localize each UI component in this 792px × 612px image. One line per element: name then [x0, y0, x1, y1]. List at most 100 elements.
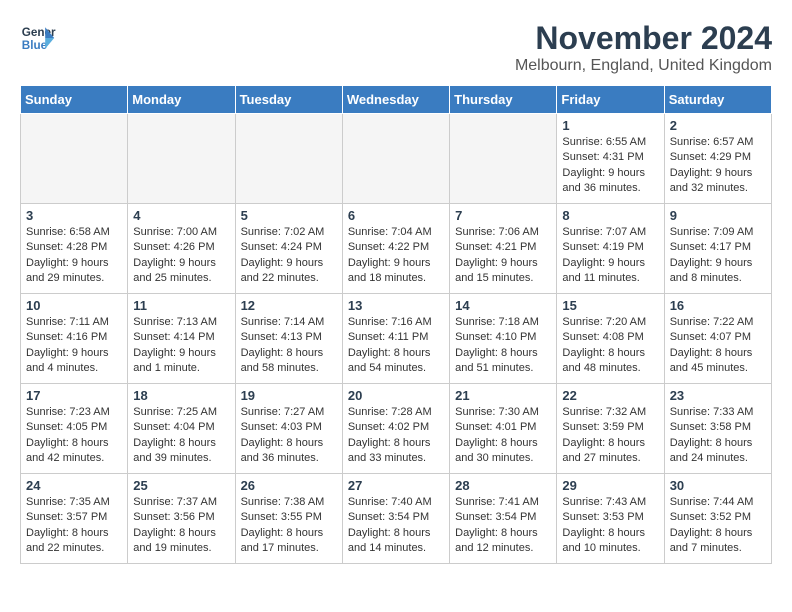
day-number: 14 — [455, 298, 551, 313]
day-info: Sunrise: 7:43 AM Sunset: 3:53 PM Dayligh… — [562, 495, 658, 557]
day-number: 11 — [133, 298, 229, 313]
day-info: Sunrise: 7:40 AM Sunset: 3:54 PM Dayligh… — [348, 495, 444, 557]
calendar-cell — [342, 114, 449, 204]
calendar-cell: 14 Sunrise: 7:18 AM Sunset: 4:10 PM Dayli… — [450, 294, 557, 384]
calendar-cell: 16 Sunrise: 7:22 AM Sunset: 4:07 PM Dayli… — [664, 294, 771, 384]
calendar-cell: 12Sunrise: 7:14 AM Sunset: 4:13 PM Dayli… — [235, 294, 342, 384]
day-number: 19 — [241, 388, 337, 403]
day-info: Sunrise: 7:09 AM Sunset: 4:17 PM Dayligh… — [670, 225, 766, 287]
day-number: 2 — [670, 118, 766, 133]
header-tuesday: Tuesday — [235, 86, 342, 114]
week-row-5: 24 Sunrise: 7:35 AM Sunset: 3:57 PM Dayli… — [21, 474, 772, 564]
calendar-cell: 13 Sunrise: 7:16 AM Sunset: 4:11 PM Dayli… — [342, 294, 449, 384]
day-info: Sunrise: 7:16 AM Sunset: 4:11 PM Dayligh… — [348, 315, 444, 377]
day-number: 9 — [670, 208, 766, 223]
day-info: Sunrise: 7:41 AM Sunset: 3:54 PM Dayligh… — [455, 495, 551, 557]
day-number: 27 — [348, 478, 444, 493]
day-number: 20 — [348, 388, 444, 403]
day-info: Sunrise: 7:23 AM Sunset: 4:05 PM Dayligh… — [26, 405, 122, 467]
calendar-cell: 25 Sunrise: 7:37 AM Sunset: 3:56 PM Dayli… — [128, 474, 235, 564]
day-info: Sunrise: 7:07 AM Sunset: 4:19 PM Dayligh… — [562, 225, 658, 287]
day-info: Sunrise: 7:28 AM Sunset: 4:02 PM Dayligh… — [348, 405, 444, 467]
calendar-cell — [128, 114, 235, 204]
day-number: 21 — [455, 388, 551, 403]
day-number: 17 — [26, 388, 122, 403]
day-info: Sunrise: 7:30 AM Sunset: 4:01 PM Dayligh… — [455, 405, 551, 467]
calendar-cell: 24 Sunrise: 7:35 AM Sunset: 3:57 PM Dayli… — [21, 474, 128, 564]
calendar-cell: 28Sunrise: 7:41 AM Sunset: 3:54 PM Dayli… — [450, 474, 557, 564]
day-number: 22 — [562, 388, 658, 403]
day-number: 29 — [562, 478, 658, 493]
header-saturday: Saturday — [664, 86, 771, 114]
day-info: Sunrise: 7:44 AM Sunset: 3:52 PM Dayligh… — [670, 495, 766, 557]
day-info: Sunrise: 7:13 AM Sunset: 4:14 PM Dayligh… — [133, 315, 229, 377]
day-info: Sunrise: 7:18 AM Sunset: 4:10 PM Dayligh… — [455, 315, 551, 377]
day-info: Sunrise: 7:06 AM Sunset: 4:21 PM Dayligh… — [455, 225, 551, 287]
header-wednesday: Wednesday — [342, 86, 449, 114]
calendar-cell — [235, 114, 342, 204]
day-number: 4 — [133, 208, 229, 223]
day-info: Sunrise: 6:55 AM Sunset: 4:31 PM Dayligh… — [562, 135, 658, 197]
header-monday: Monday — [128, 86, 235, 114]
calendar-cell: 7 Sunrise: 7:06 AM Sunset: 4:21 PM Daylig… — [450, 204, 557, 294]
day-info: Sunrise: 7:32 AM Sunset: 3:59 PM Dayligh… — [562, 405, 658, 467]
day-number: 12 — [241, 298, 337, 313]
calendar-cell: 15 Sunrise: 7:20 AM Sunset: 4:08 PM Dayli… — [557, 294, 664, 384]
day-info: Sunrise: 7:35 AM Sunset: 3:57 PM Dayligh… — [26, 495, 122, 557]
day-info: Sunrise: 7:27 AM Sunset: 4:03 PM Dayligh… — [241, 405, 337, 467]
calendar-cell: 29 Sunrise: 7:43 AM Sunset: 3:53 PM Dayli… — [557, 474, 664, 564]
day-info: Sunrise: 7:04 AM Sunset: 4:22 PM Dayligh… — [348, 225, 444, 287]
calendar-cell: 11 Sunrise: 7:13 AM Sunset: 4:14 PM Dayli… — [128, 294, 235, 384]
location-title: Melbourn, England, United Kingdom — [515, 57, 772, 75]
day-number: 25 — [133, 478, 229, 493]
day-number: 24 — [26, 478, 122, 493]
calendar-cell: 30Sunrise: 7:44 AM Sunset: 3:52 PM Dayli… — [664, 474, 771, 564]
day-number: 1 — [562, 118, 658, 133]
calendar-cell: 21 Sunrise: 7:30 AM Sunset: 4:01 PM Dayli… — [450, 384, 557, 474]
calendar-cell: 8 Sunrise: 7:07 AM Sunset: 4:19 PM Daylig… — [557, 204, 664, 294]
day-number: 7 — [455, 208, 551, 223]
day-info: Sunrise: 7:37 AM Sunset: 3:56 PM Dayligh… — [133, 495, 229, 557]
day-number: 15 — [562, 298, 658, 313]
header-sunday: Sunday — [21, 86, 128, 114]
svg-text:Blue: Blue — [22, 39, 48, 52]
calendar-cell: 20 Sunrise: 7:28 AM Sunset: 4:02 PM Dayli… — [342, 384, 449, 474]
calendar-cell: 10 Sunrise: 7:11 AM Sunset: 4:16 PM Dayli… — [21, 294, 128, 384]
week-row-1: 1 Sunrise: 6:55 AM Sunset: 4:31 PM Daylig… — [21, 114, 772, 204]
day-number: 13 — [348, 298, 444, 313]
day-number: 10 — [26, 298, 122, 313]
month-title: November 2024 — [515, 20, 772, 57]
logo-icon: General Blue — [20, 20, 56, 56]
day-number: 6 — [348, 208, 444, 223]
day-info: Sunrise: 7:25 AM Sunset: 4:04 PM Dayligh… — [133, 405, 229, 467]
calendar-table: SundayMondayTuesdayWednesdayThursdayFrid… — [20, 85, 772, 564]
day-info: Sunrise: 7:20 AM Sunset: 4:08 PM Dayligh… — [562, 315, 658, 377]
calendar-cell: 17 Sunrise: 7:23 AM Sunset: 4:05 PM Dayli… — [21, 384, 128, 474]
day-info: Sunrise: 7:00 AM Sunset: 4:26 PM Dayligh… — [133, 225, 229, 287]
day-info: Sunrise: 7:11 AM Sunset: 4:16 PM Dayligh… — [26, 315, 122, 377]
logo: General Blue — [20, 20, 56, 56]
calendar-cell: 5Sunrise: 7:02 AM Sunset: 4:24 PM Daylig… — [235, 204, 342, 294]
day-number: 16 — [670, 298, 766, 313]
day-info: Sunrise: 6:57 AM Sunset: 4:29 PM Dayligh… — [670, 135, 766, 197]
calendar-cell: 2 Sunrise: 6:57 AM Sunset: 4:29 PM Daylig… — [664, 114, 771, 204]
day-info: Sunrise: 7:22 AM Sunset: 4:07 PM Dayligh… — [670, 315, 766, 377]
calendar-cell: 3 Sunrise: 6:58 AM Sunset: 4:28 PM Daylig… — [21, 204, 128, 294]
header: General Blue November 2024 Melbourn, Eng… — [20, 20, 772, 75]
day-number: 18 — [133, 388, 229, 403]
day-info: Sunrise: 7:33 AM Sunset: 3:58 PM Dayligh… — [670, 405, 766, 467]
day-number: 5 — [241, 208, 337, 223]
calendar-cell: 9 Sunrise: 7:09 AM Sunset: 4:17 PM Daylig… — [664, 204, 771, 294]
title-section: November 2024 Melbourn, England, United … — [515, 20, 772, 75]
calendar-cell: 18 Sunrise: 7:25 AM Sunset: 4:04 PM Dayli… — [128, 384, 235, 474]
calendar-cell: 27 Sunrise: 7:40 AM Sunset: 3:54 PM Dayli… — [342, 474, 449, 564]
day-number: 23 — [670, 388, 766, 403]
calendar-cell: 23 Sunrise: 7:33 AM Sunset: 3:58 PM Dayli… — [664, 384, 771, 474]
day-info: Sunrise: 6:58 AM Sunset: 4:28 PM Dayligh… — [26, 225, 122, 287]
day-number: 26 — [241, 478, 337, 493]
day-number: 3 — [26, 208, 122, 223]
header-thursday: Thursday — [450, 86, 557, 114]
day-number: 8 — [562, 208, 658, 223]
week-row-2: 3 Sunrise: 6:58 AM Sunset: 4:28 PM Daylig… — [21, 204, 772, 294]
calendar-header-row: SundayMondayTuesdayWednesdayThursdayFrid… — [21, 86, 772, 114]
